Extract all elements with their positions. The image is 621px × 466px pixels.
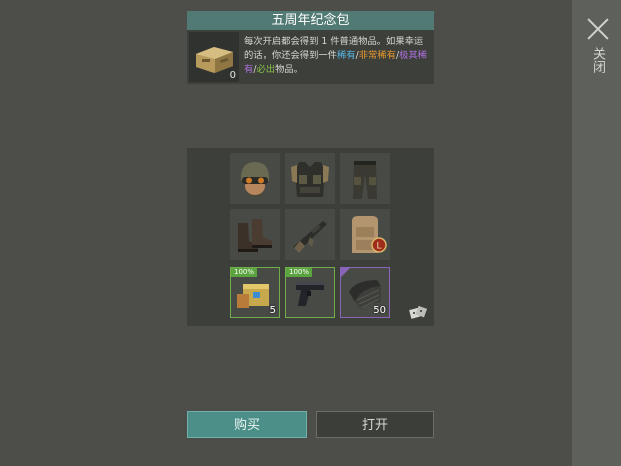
item-quantity: 5 [269, 305, 276, 316]
pack-description: 每次开启都会得到 1 件普通物品。如果幸运的话，你还会得到一件稀有/非常稀有/极… [244, 36, 427, 75]
open-button[interactable]: 打开 [316, 411, 434, 438]
drop-chance-badge: 100% [286, 268, 313, 277]
rarity-rare: 稀有 [336, 50, 356, 61]
rarity-guaranteed: 必出 [256, 64, 276, 75]
pack-count: 0 [229, 70, 236, 81]
svg-text:L: L [376, 242, 381, 252]
pack-thumbnail: 0 [189, 32, 239, 82]
pack-info-card: 五周年纪念包 0 每次开启都会得到 1 件普通物品。如果幸运的话，你还会得到一件… [187, 11, 434, 84]
pack-title: 五周年纪念包 [187, 11, 434, 30]
close-button[interactable]: 关闭 [589, 47, 605, 73]
helmet-goggles-icon [241, 162, 269, 197]
close-icon[interactable] [586, 17, 610, 41]
item-slot-helmet[interactable] [230, 153, 280, 204]
tactical-pants-icon [353, 161, 377, 199]
item-slot-rifle[interactable] [285, 209, 335, 260]
buy-button[interactable]: 购买 [187, 411, 307, 438]
pack-contents-panel: L 100% 5 100% 50 [187, 148, 434, 326]
rarity-very-rare: 非常稀有 [358, 50, 396, 61]
item-slot-vest[interactable] [285, 153, 335, 204]
item-slot-pants[interactable] [340, 153, 390, 204]
backpack-icon: L [352, 216, 387, 253]
rarity-corner [341, 268, 350, 277]
tactical-vest-icon [291, 162, 329, 197]
item-quantity: 50 [373, 305, 386, 316]
item-slot-metal-sheet[interactable]: 50 [340, 267, 390, 318]
item-slot-boots[interactable] [230, 209, 280, 260]
dice-icon[interactable] [409, 305, 427, 321]
assault-rifle-icon [293, 221, 327, 253]
combat-boots-icon [238, 219, 272, 252]
item-slot-pistol[interactable]: 100% [285, 267, 335, 318]
item-slot-ammo[interactable]: 100% 5 [230, 267, 280, 318]
item-slot-backpack[interactable]: L [340, 209, 390, 260]
drop-chance-badge: 100% [231, 268, 258, 277]
